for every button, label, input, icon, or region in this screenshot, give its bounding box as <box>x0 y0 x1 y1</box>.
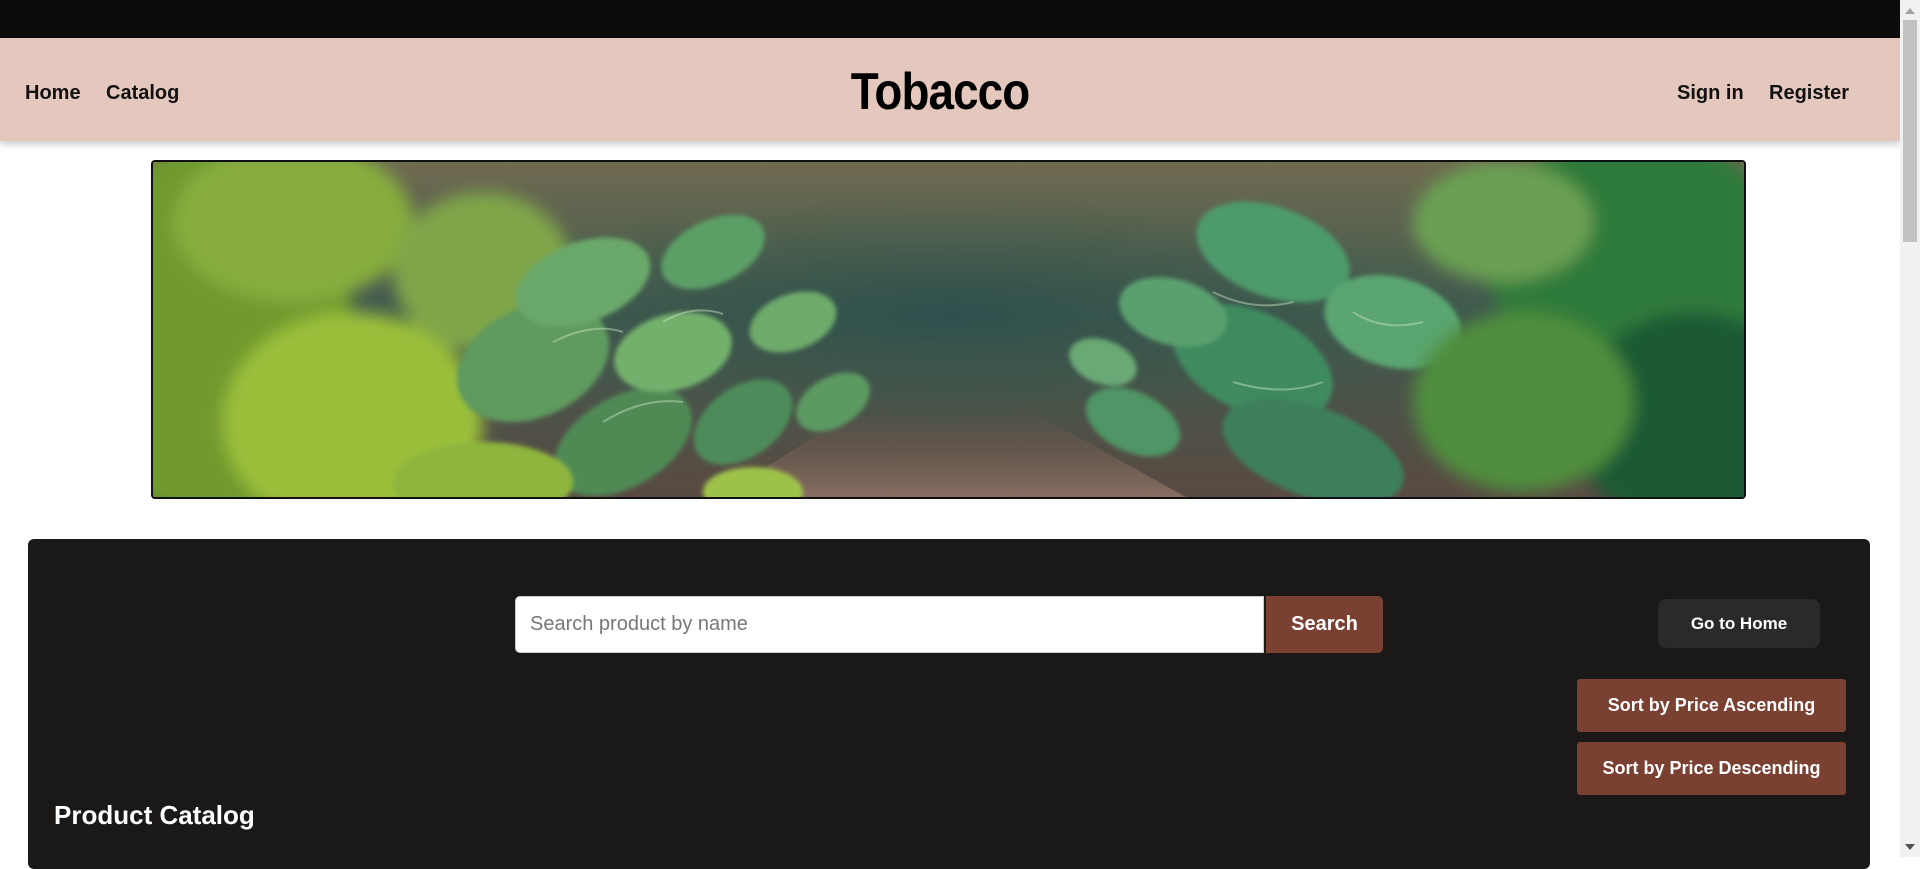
scrollbar-thumb[interactable] <box>1903 20 1917 242</box>
catalog-panel: Search Go to Home Sort by Price Ascendin… <box>28 539 1870 869</box>
top-bar <box>0 0 1900 38</box>
go-to-home-button[interactable]: Go to Home <box>1658 599 1820 648</box>
vertical-scrollbar[interactable] <box>1900 0 1920 857</box>
catalog-title: Product Catalog <box>54 800 255 830</box>
sort-price-ascending-button[interactable]: Sort by Price Ascending <box>1577 679 1846 732</box>
scroll-down-icon[interactable] <box>1900 838 1920 855</box>
scroll-up-icon[interactable] <box>1900 2 1920 19</box>
search-input[interactable] <box>515 596 1264 653</box>
sort-price-descending-button[interactable]: Sort by Price Descending <box>1577 742 1846 795</box>
navbar: Home Catalog Tobacco Sign in Register <box>0 38 1900 141</box>
nav-signin-link[interactable]: Sign in <box>1677 82 1744 105</box>
nav-home-link[interactable]: Home <box>25 82 81 105</box>
search-button[interactable]: Search <box>1266 596 1383 653</box>
site-brand[interactable]: Tobacco <box>113 62 1767 122</box>
hero-banner-image <box>151 160 1746 499</box>
nav-register-link[interactable]: Register <box>1769 82 1849 105</box>
